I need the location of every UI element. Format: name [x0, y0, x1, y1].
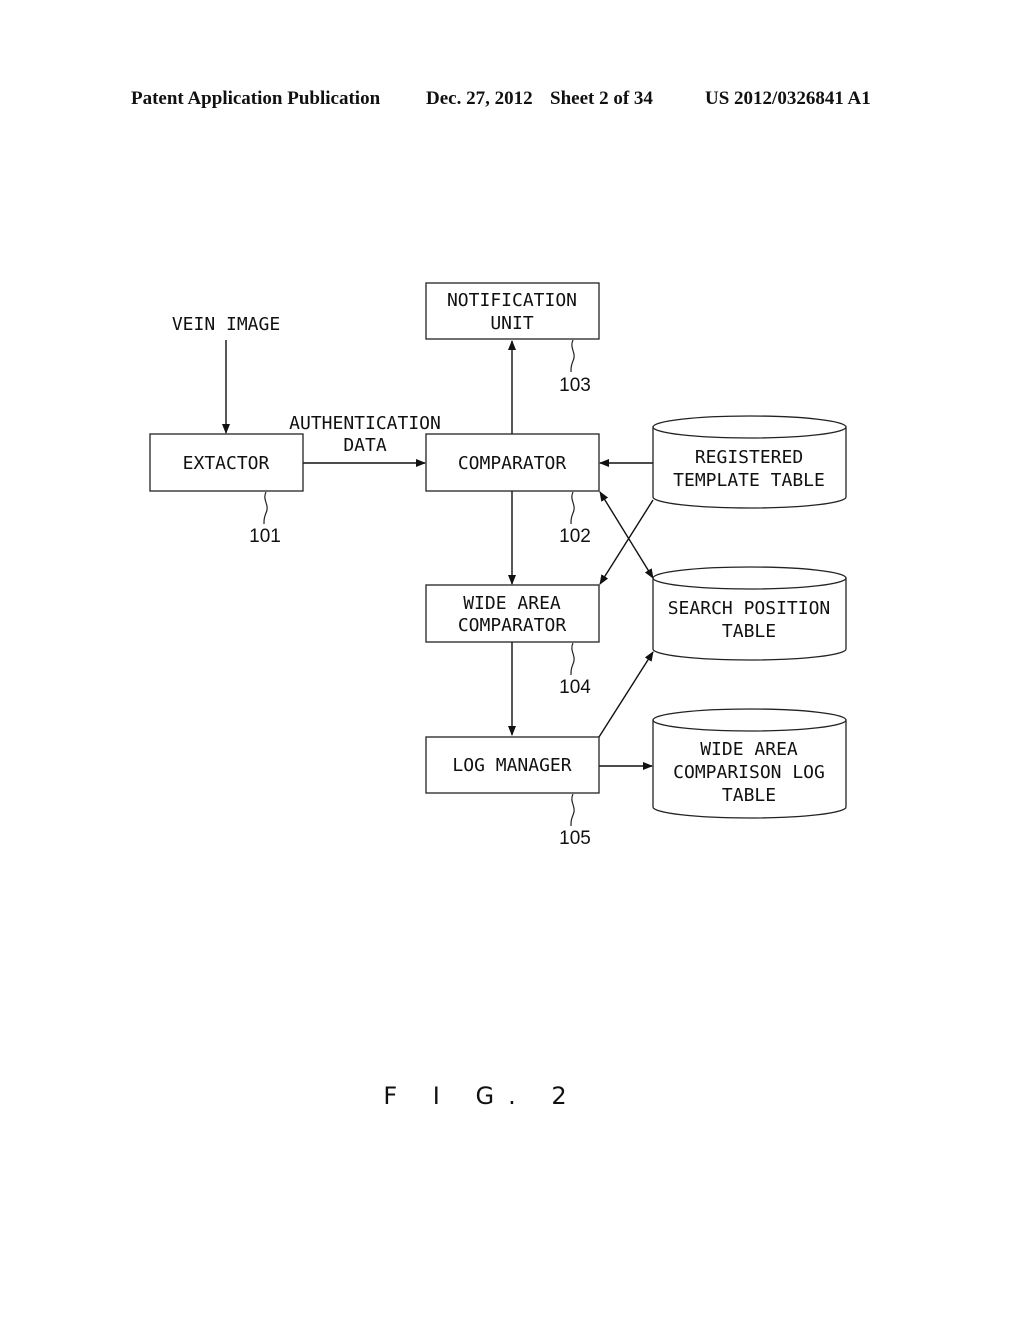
block-log-manager: LOG MANAGER 105	[425, 736, 600, 849]
db-search-position-table: SEARCH POSITION TABLE	[652, 566, 847, 661]
db-log-label-1: WIDE AREA	[700, 739, 798, 760]
figure-caption: F I G. 2	[0, 1082, 1024, 1110]
edge-label-line-1: AUTHENTICATION	[289, 413, 441, 434]
db-registered-label-1: REGISTERED	[695, 447, 803, 468]
ref-105: 105	[559, 828, 591, 849]
block-wide-area-label-2: COMPARATOR	[458, 615, 567, 636]
block-comparator-label: COMPARATOR	[458, 453, 567, 474]
ref-103: 103	[559, 375, 591, 396]
edge-comparator-search-bidirectional	[599, 491, 654, 579]
block-extactor-label: EXTACTOR	[183, 453, 270, 474]
ref-101: 101	[249, 526, 281, 547]
db-search-label-1: SEARCH POSITION	[668, 598, 831, 619]
edge-label-line-2: DATA	[343, 435, 387, 456]
edge-log-manager-to-search	[598, 651, 654, 738]
edge-registered-to-wide-area	[599, 499, 654, 585]
figure-label: F I G. 2	[383, 1082, 581, 1110]
ref-104: 104	[559, 677, 591, 698]
block-notification-label-1: NOTIFICATION	[447, 290, 577, 311]
vein-image-label: VEIN IMAGE	[172, 314, 280, 335]
block-log-manager-label: LOG MANAGER	[452, 755, 571, 776]
db-registered-template-table: REGISTERED TEMPLATE TABLE	[652, 415, 847, 509]
block-diagram: VEIN IMAGE AUTHENTICATION DATA EXTACTOR …	[149, 282, 847, 849]
db-log-label-3: TABLE	[722, 785, 776, 806]
block-wide-area-label-1: WIDE AREA	[463, 593, 561, 614]
db-registered-label-2: TEMPLATE TABLE	[673, 470, 825, 491]
ref-102: 102	[559, 526, 591, 547]
db-log-label-2: COMPARISON LOG	[673, 762, 825, 783]
db-search-label-2: TABLE	[722, 621, 776, 642]
block-notification-label-2: UNIT	[490, 313, 534, 334]
block-extactor: EXTACTOR 101	[149, 433, 304, 547]
db-wide-area-comparison-log-table: WIDE AREA COMPARISON LOG TABLE	[652, 708, 847, 819]
